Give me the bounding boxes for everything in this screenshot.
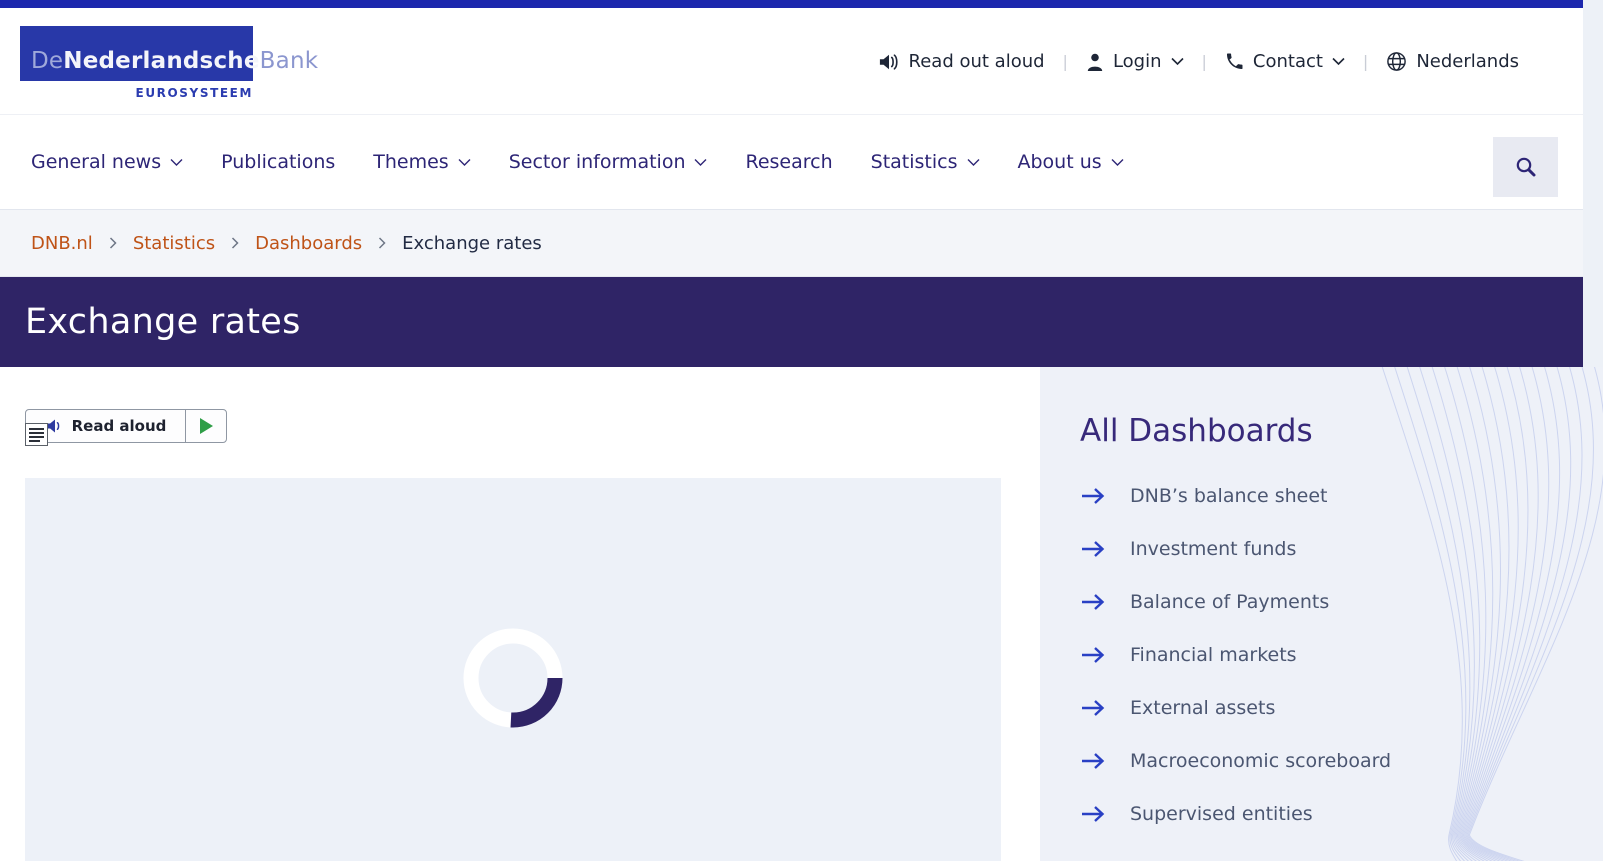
- nav-item-general-news[interactable]: General news: [31, 151, 183, 173]
- logo-eurosysteem-label: EUROSYSTEEM: [135, 86, 253, 100]
- magnifier-icon: [1516, 157, 1535, 177]
- nav-item-statistics[interactable]: Statistics: [871, 151, 980, 173]
- nav-label: Themes: [373, 151, 449, 173]
- breadcrumb-dashboards[interactable]: Dashboards: [255, 233, 362, 254]
- dnb-logo-box: De Nederlandsche Bank: [20, 26, 318, 81]
- user-icon: [1086, 52, 1104, 72]
- nav-item-themes[interactable]: Themes: [373, 151, 471, 173]
- main-column: Read aloud: [0, 367, 1040, 861]
- login-label: Login: [1112, 51, 1162, 72]
- page-hero: Exchange rates: [0, 277, 1583, 367]
- dashboard-links: DNB’s balance sheet Investment funds Bal…: [1080, 469, 1603, 840]
- sidebar-item-investment-funds[interactable]: Investment funds: [1080, 522, 1603, 575]
- arrow-right-icon: [1080, 646, 1130, 664]
- sidebar-item-macroeconomic-scoreboard[interactable]: Macroeconomic scoreboard: [1080, 734, 1603, 787]
- chevron-down-icon: [1170, 57, 1184, 66]
- read-out-aloud-label: Read out aloud: [908, 51, 1045, 72]
- chevron-down-icon: [1332, 57, 1345, 66]
- arrow-right-icon: [1080, 487, 1130, 505]
- chevron-right-icon: [231, 237, 239, 249]
- dashboard-loading-panel: [25, 478, 1001, 861]
- read-aloud-label: Read aloud: [71, 417, 167, 435]
- arrow-right-icon: [1080, 699, 1130, 717]
- chevron-right-icon: [378, 237, 386, 249]
- logo-text-de: De: [31, 48, 64, 74]
- utility-separator: |: [1362, 52, 1369, 71]
- arrow-right-icon: [1080, 540, 1130, 558]
- nav-label: Publications: [221, 151, 336, 173]
- chevron-down-icon: [170, 158, 183, 166]
- page-title: Exchange rates: [25, 302, 301, 342]
- chevron-down-icon: [967, 158, 979, 166]
- nav-label: General news: [31, 151, 162, 173]
- breadcrumb-current-page: Exchange rates: [402, 232, 542, 254]
- sidebar-item-label: Macroeconomic scoreboard: [1130, 749, 1392, 772]
- arrow-right-icon: [1080, 593, 1130, 611]
- top-accent-bar: [0, 0, 1583, 8]
- arrow-right-icon: [1080, 752, 1130, 770]
- nav-item-publications[interactable]: Publications: [221, 151, 335, 173]
- globe-icon: [1386, 51, 1407, 72]
- breadcrumb-dnb-nl[interactable]: DNB.nl: [31, 233, 93, 254]
- sidebar-item-label: Financial markets: [1130, 643, 1297, 666]
- logo-text-nederlandsche: Nederlandsche: [63, 48, 260, 74]
- loading-spinner: [463, 628, 563, 728]
- nav-item-research[interactable]: Research: [745, 151, 832, 173]
- chevron-down-icon: [458, 158, 471, 166]
- logo-text-bank: Bank: [259, 48, 319, 74]
- phone-icon: [1225, 52, 1244, 71]
- main-navigation: General news Publications Themes Sector …: [0, 115, 1583, 210]
- contact-button[interactable]: Contact: [1225, 51, 1345, 72]
- sidebar-item-label: Investment funds: [1130, 537, 1297, 560]
- text-lines-icon[interactable]: [25, 423, 48, 446]
- sidebar-item-label: External assets: [1130, 696, 1276, 719]
- dnb-logo[interactable]: De Nederlandsche Bank EUROSYSTEEM: [20, 26, 318, 100]
- dashboards-sidebar: All Dashboards DNB’s balance sheet Inves…: [1040, 367, 1603, 861]
- sidebar-item-label: Balance of Payments: [1130, 590, 1330, 613]
- page: De Nederlandsche Bank EUROSYSTEEM Read out…: [0, 0, 1583, 367]
- breadcrumb-statistics[interactable]: Statistics: [133, 233, 215, 254]
- breadcrumb: DNB.nl Statistics Dashboards Exchange ra…: [0, 210, 1583, 277]
- utility-separator: |: [1062, 52, 1068, 71]
- sidebar-item-supervised-entities[interactable]: Supervised entities: [1080, 787, 1603, 840]
- read-aloud-button[interactable]: Read aloud: [26, 410, 185, 442]
- nav-label: Sector information: [508, 151, 686, 173]
- contact-label: Contact: [1252, 51, 1323, 72]
- nav-item-about-us[interactable]: About us: [1018, 151, 1124, 173]
- arrow-right-icon: [1080, 805, 1130, 823]
- chevron-down-icon: [1111, 158, 1124, 166]
- sidebar-item-label: DNB’s balance sheet: [1130, 484, 1328, 507]
- sidebar-item-dnb-balance-sheet[interactable]: DNB’s balance sheet: [1080, 469, 1603, 522]
- site-header: De Nederlandsche Bank EUROSYSTEEM Read out…: [0, 8, 1583, 115]
- login-button[interactable]: Login: [1086, 51, 1184, 72]
- nav-item-sector-information[interactable]: Sector information: [509, 151, 708, 173]
- nav-label: Statistics: [870, 151, 958, 173]
- language-label: Nederlands: [1416, 51, 1519, 72]
- content-area: Read aloud All Dashboards DNB’s balance …: [0, 367, 1603, 861]
- play-button[interactable]: [185, 410, 226, 442]
- chevron-down-icon: [694, 158, 707, 166]
- sidebar-item-external-assets[interactable]: External assets: [1080, 681, 1603, 734]
- sidebar-item-balance-of-payments[interactable]: Balance of Payments: [1080, 575, 1603, 628]
- sidebar-item-financial-markets[interactable]: Financial markets: [1080, 628, 1603, 681]
- nav-label: About us: [1017, 151, 1102, 173]
- utility-separator: |: [1201, 52, 1207, 71]
- language-switch-button[interactable]: Nederlands: [1386, 51, 1519, 72]
- utility-menu: Read out aloud | Login | Contact | Neder…: [878, 8, 1519, 115]
- sidebar-item-label: Supervised entities: [1130, 802, 1313, 825]
- speaker-icon: [878, 52, 900, 72]
- read-aloud-widget[interactable]: Read aloud: [25, 409, 227, 446]
- play-icon: [199, 418, 213, 434]
- read-out-aloud-button[interactable]: Read out aloud: [878, 51, 1045, 72]
- nav-label: Research: [745, 151, 833, 173]
- search-button[interactable]: [1493, 137, 1558, 197]
- chevron-right-icon: [109, 237, 117, 249]
